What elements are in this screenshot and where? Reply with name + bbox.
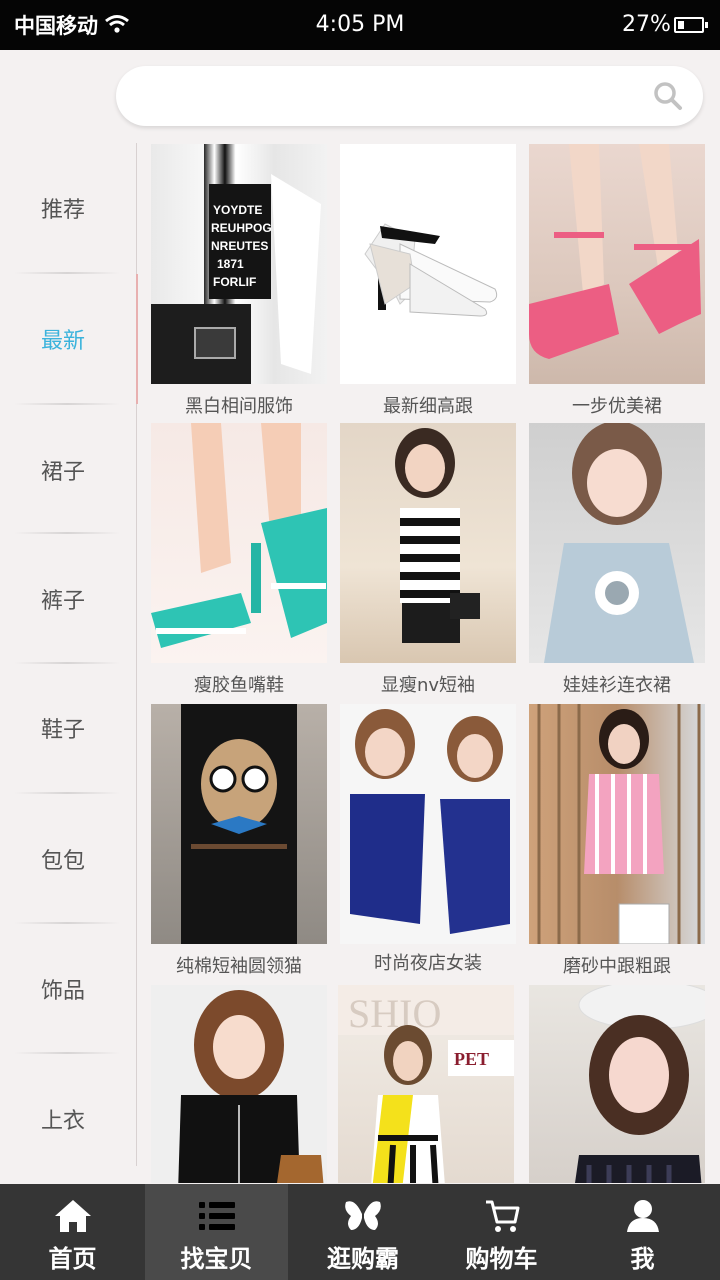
product-caption: 纯棉短袖圆领猫 <box>176 956 302 977</box>
product-image <box>529 985 705 1183</box>
sidebar-item-tops[interactable]: 上衣 <box>0 1054 130 1183</box>
product-card[interactable] <box>529 985 705 1183</box>
product-grid: YOYDTE REUHPOG NREUTES 1871 FORLIF 黑白相间服… <box>150 143 706 1183</box>
svg-text:SHIO: SHIO <box>348 991 441 1036</box>
svg-text:PET: PET <box>454 1049 489 1069</box>
tab-find-items[interactable]: 找宝贝 <box>145 1184 288 1280</box>
product-card[interactable]: 磨砂中跟粗跟 <box>529 704 705 977</box>
product-card[interactable]: 时尚夜店女装 <box>340 704 516 974</box>
product-card[interactable]: 一步优美裙 <box>529 144 705 417</box>
tab-label: 逛购霸 <box>327 1245 399 1273</box>
product-image <box>340 423 516 663</box>
product-caption: 瘦胶鱼嘴鞋 <box>194 675 284 696</box>
svg-text:FORLIF: FORLIF <box>213 275 256 289</box>
sidebar-item-bags[interactable]: 包包 <box>0 794 130 923</box>
product-image <box>340 704 516 944</box>
tab-label: 购物车 <box>465 1245 538 1273</box>
tab-cart[interactable]: 购物车 <box>438 1184 565 1280</box>
sidebar-item-newest[interactable]: 最新 <box>0 274 130 403</box>
search-input[interactable] <box>116 66 703 126</box>
product-caption: 一步优美裙 <box>572 396 662 417</box>
product-caption: 娃娃衫连衣裙 <box>563 675 671 696</box>
product-card[interactable]: 娃娃衫连衣裙 <box>529 423 705 696</box>
sidebar-item-label: 饰品 <box>40 978 85 1004</box>
product-card[interactable]: YOYDTE REUHPOG NREUTES 1871 FORLIF 黑白相间服… <box>151 144 327 417</box>
product-image <box>529 704 705 944</box>
cart-icon <box>485 1200 519 1232</box>
butterfly-icon <box>345 1201 381 1230</box>
tab-home[interactable]: 首页 <box>0 1184 145 1280</box>
product-image: SHIO PET <box>338 985 514 1183</box>
product-image <box>151 423 327 663</box>
product-card[interactable] <box>151 985 327 1183</box>
product-caption: 黑白相间服饰 <box>185 396 293 417</box>
sidebar-item-label: 包包 <box>40 848 85 874</box>
svg-text:YOYDTE: YOYDTE <box>213 203 262 217</box>
list-icon <box>198 1202 235 1230</box>
product-caption: 时尚夜店女装 <box>374 953 482 974</box>
product-caption: 磨砂中跟粗跟 <box>563 956 671 977</box>
svg-text:1871: 1871 <box>217 257 244 271</box>
svg-text:NREUTES: NREUTES <box>211 239 268 253</box>
sidebar-item-label: 裤子 <box>40 588 85 614</box>
sidebar-item-label: 推荐 <box>40 197 85 223</box>
active-indicator <box>136 274 138 404</box>
tab-browse[interactable]: 逛购霸 <box>288 1184 438 1280</box>
product-image <box>529 144 705 384</box>
search-icon[interactable] <box>653 81 683 111</box>
sidebar-item-label: 鞋子 <box>40 717 85 743</box>
home-icon <box>54 1200 91 1232</box>
product-caption: 显瘦nv短袖 <box>380 675 476 696</box>
sidebar-item-recommend[interactable]: 推荐 <box>0 143 130 272</box>
tab-me[interactable]: 我 <box>565 1184 720 1280</box>
sidebar-item-pants[interactable]: 裤子 <box>0 534 130 663</box>
svg-text:REUHPOG: REUHPOG <box>211 221 272 235</box>
clock: 4:05 PM <box>315 12 405 37</box>
battery-fill <box>678 21 684 29</box>
product-image <box>340 144 516 384</box>
sidebar-item-accessories[interactable]: 饰品 <box>0 924 130 1053</box>
product-image: YOYDTE REUHPOG NREUTES 1871 FORLIF <box>151 144 327 384</box>
product-image <box>151 704 327 944</box>
product-card[interactable]: 最新细高跟 <box>340 144 516 417</box>
category-sidebar: 推荐 最新 裙子 裤子 鞋子 包包 饰品 上衣 <box>0 143 137 1166</box>
battery-percent: 27% <box>622 12 671 37</box>
product-card[interactable]: 显瘦nv短袖 <box>340 423 516 696</box>
sidebar-item-label: 裙子 <box>40 459 85 485</box>
product-card[interactable]: SHIO PET <box>338 985 514 1183</box>
tab-label: 首页 <box>48 1245 97 1273</box>
product-image <box>529 423 705 663</box>
sidebar-item-skirts[interactable]: 裙子 <box>0 405 130 534</box>
user-icon <box>626 1200 659 1232</box>
sidebar-item-label: 最新 <box>40 328 85 354</box>
bottom-tab-bar: 首页 找宝贝 逛购霸 购物车 我 <box>0 1184 720 1280</box>
sidebar-item-label: 上衣 <box>40 1108 85 1134</box>
sidebar-item-shoes[interactable]: 鞋子 <box>0 663 130 792</box>
tab-label: 我 <box>630 1245 655 1273</box>
product-image <box>151 985 327 1183</box>
status-bar: 中国移动 4:05 PM 27% <box>0 0 720 50</box>
product-card[interactable]: 瘦胶鱼嘴鞋 <box>151 423 327 696</box>
product-card[interactable]: 纯棉短袖圆领猫 <box>151 704 327 977</box>
product-caption: 最新细高跟 <box>383 396 473 417</box>
tab-label: 找宝贝 <box>180 1245 253 1273</box>
battery-icon <box>674 17 708 33</box>
